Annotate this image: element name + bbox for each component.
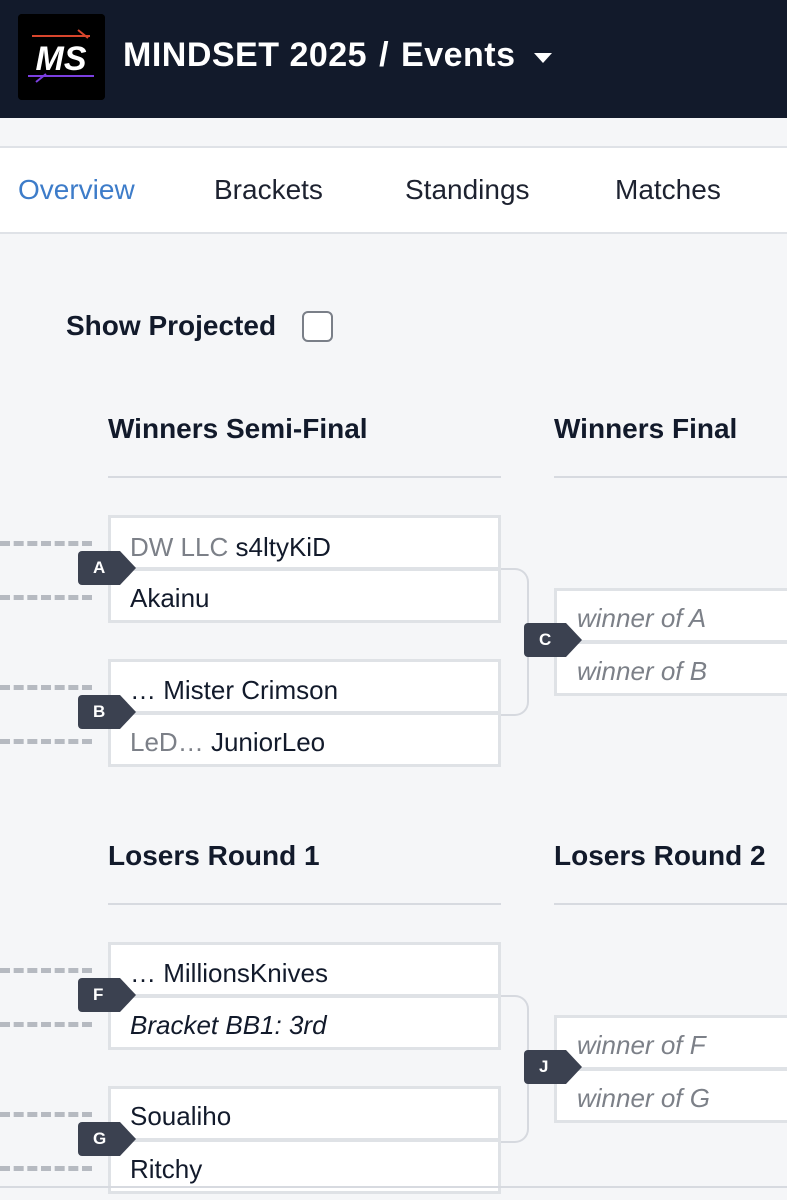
player-name: MillionsKnives [163, 958, 328, 988]
player-name: JuniorLeo [210, 727, 326, 757]
tab-overview[interactable]: Overview [18, 174, 135, 206]
event-logo[interactable]: MS [18, 14, 105, 100]
projected-entrant: winner of A [577, 603, 707, 633]
projected-entrant: winner of G [577, 1083, 710, 1113]
player-name: s4ltyKiD [235, 532, 331, 562]
bracket-lead-line [0, 541, 92, 546]
match-f-slot-1[interactable]: … MillionsKnives [108, 942, 501, 997]
bracket-lead-line [0, 595, 92, 600]
bracket-lead-line [0, 1112, 92, 1117]
match-badge-c[interactable]: C [524, 623, 582, 657]
match-badge-f[interactable]: F [78, 978, 136, 1012]
event-name: MINDSET 2025 [123, 36, 368, 74]
tab-standings[interactable]: Standings [405, 174, 530, 206]
match-g-slot-1[interactable]: Soualiho [108, 1086, 501, 1141]
show-projected-checkbox[interactable] [302, 311, 333, 342]
bracket-lead-line [0, 1022, 92, 1027]
round-title-winners-semi: Winners Semi-Final [108, 413, 368, 444]
section-name: Events [401, 36, 516, 74]
round-title-winners-final: Winners Final [554, 413, 738, 444]
match-j-slot-1[interactable]: winner of F [554, 1015, 787, 1070]
event-logo-mark: MS [18, 14, 105, 100]
chevron-down-icon[interactable] [534, 53, 552, 63]
round-divider [108, 476, 501, 478]
match-badge-b[interactable]: B [78, 695, 136, 729]
bracket-lead-line [0, 685, 92, 690]
player-name: Akainu [130, 583, 210, 613]
bracket-lead-line [0, 968, 92, 973]
tab-matches[interactable]: Matches [615, 174, 721, 206]
match-badge-j[interactable]: J [524, 1050, 582, 1084]
round-title-losers-r1: Losers Round 1 [108, 840, 320, 871]
seed-placeholder: Bracket BB1: 3rd [130, 1010, 327, 1040]
match-c-slot-1[interactable]: winner of A [554, 588, 787, 643]
match-f-slot-2[interactable]: Bracket BB1: 3rd [108, 995, 501, 1050]
player-team-tag: DW LLC [130, 532, 229, 562]
round-title-losers-r2: Losers Round 2 [554, 840, 766, 871]
top-app-bar: MS MINDSET 2025 / Events [0, 0, 787, 118]
bottom-divider [0, 1186, 787, 1188]
player-name: Mister Crimson [163, 675, 339, 705]
match-j-slot-2[interactable]: winner of G [554, 1068, 787, 1123]
bracket-lead-line [0, 1166, 92, 1171]
player-name: Ritchy [130, 1154, 203, 1184]
breadcrumb-separator: / [379, 36, 390, 74]
projected-entrant: winner of F [577, 1030, 706, 1060]
player-team-tag: LeD… [130, 727, 204, 757]
match-b-slot-2[interactable]: LeD… JuniorLeo [108, 712, 501, 767]
player-name: Soualiho [130, 1101, 232, 1131]
projected-entrant: winner of B [577, 656, 708, 686]
match-badge-a[interactable]: A [78, 551, 136, 585]
logo-text: MS [36, 40, 87, 78]
tab-brackets[interactable]: Brackets [214, 174, 323, 206]
match-a-slot-1[interactable]: DW LLC s4ltyKiD [108, 515, 501, 570]
round-divider [554, 903, 787, 905]
tab-bar: Overview Brackets Standings Matches [0, 146, 787, 234]
match-a-slot-2[interactable]: Akainu [108, 568, 501, 623]
show-projected-label: Show Projected [66, 310, 277, 341]
match-badge-g[interactable]: G [78, 1122, 136, 1156]
match-b-slot-1[interactable]: … Mister Crimson [108, 659, 501, 714]
match-c-slot-2[interactable]: winner of B [554, 641, 787, 696]
page-title[interactable]: MINDSET 2025 / Events [123, 36, 516, 75]
bracket-lead-line [0, 739, 92, 744]
round-divider [108, 903, 501, 905]
round-divider [554, 476, 787, 478]
